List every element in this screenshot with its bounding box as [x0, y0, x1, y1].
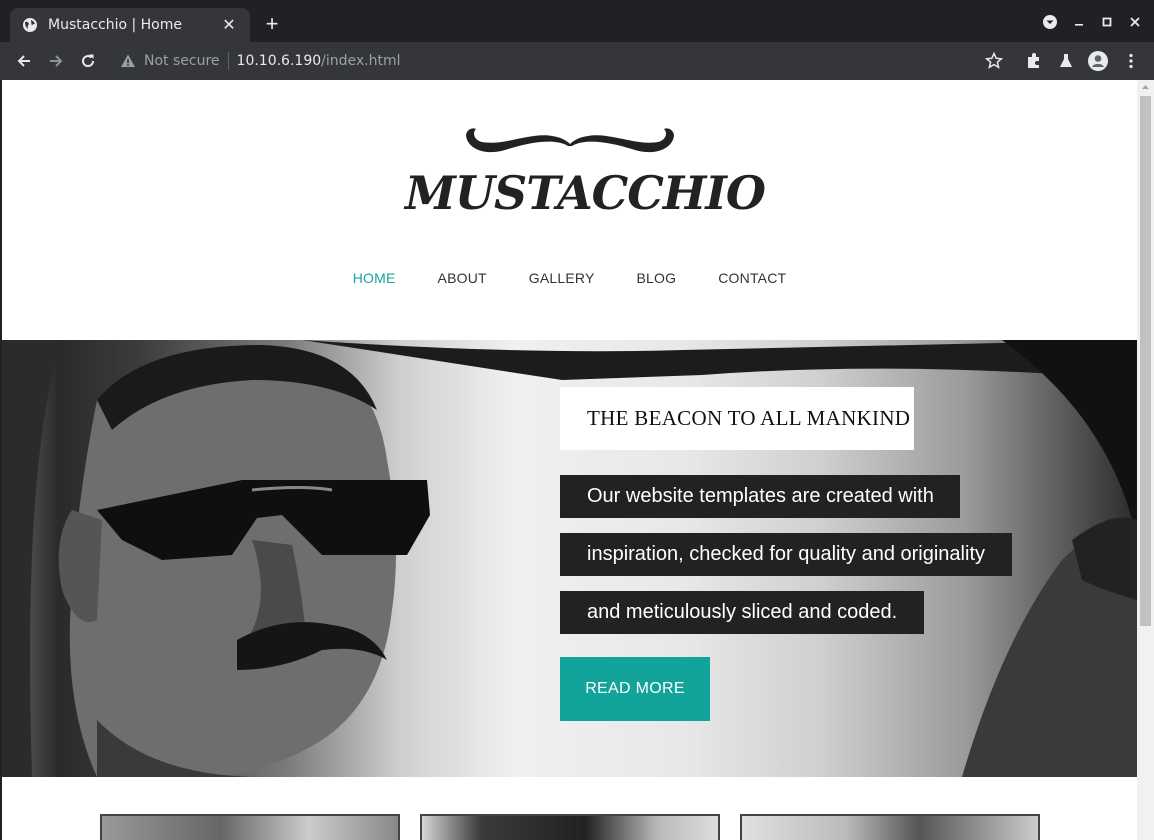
nav-contact[interactable]: CONTACT	[718, 270, 786, 286]
labs-flask-icon[interactable]	[1056, 51, 1076, 71]
hero-text-line: and meticulously sliced and coded.	[560, 591, 924, 634]
browser-tab[interactable]: Mustacchio | Home ✕	[10, 8, 250, 42]
bookmark-star-icon[interactable]	[984, 51, 1004, 71]
tab-title: Mustacchio | Home	[48, 17, 182, 33]
browser-tab-strip: Mustacchio | Home ✕ +	[0, 0, 1154, 42]
warning-icon[interactable]	[120, 53, 136, 69]
nav-about[interactable]: ABOUT	[438, 270, 487, 286]
tab-search-icon[interactable]	[1040, 12, 1060, 32]
minimize-icon[interactable]	[1069, 12, 1089, 32]
security-status[interactable]: Not secure	[144, 53, 220, 69]
close-window-icon[interactable]	[1125, 12, 1145, 32]
new-tab-button[interactable]: +	[260, 12, 284, 36]
address-bar[interactable]: Not secure 10.10.6.190/index.html	[110, 46, 1010, 76]
read-more-button[interactable]: READ MORE	[560, 657, 710, 721]
hero-text-line: Our website templates are created with	[560, 475, 960, 518]
profile-avatar-icon[interactable]	[1087, 50, 1109, 72]
back-arrow-icon[interactable]	[14, 51, 34, 71]
nav-blog[interactable]: BLOG	[637, 270, 677, 286]
scroll-up-arrow-icon[interactable]	[1137, 80, 1154, 94]
gallery-thumbnail[interactable]	[420, 814, 720, 840]
hero-text-line: inspiration, checked for quality and ori…	[560, 533, 1012, 576]
menu-kebab-icon[interactable]	[1121, 51, 1141, 71]
gallery-thumbnail[interactable]	[100, 814, 400, 840]
hero-title-box: THE BEACON TO ALL MANKIND	[560, 387, 914, 450]
site-logo[interactable]: MUSTACCHIO	[405, 124, 766, 224]
nav-home[interactable]: HOME	[353, 270, 396, 286]
hero-banner: THE BEACON TO ALL MANKIND Our website te…	[2, 340, 1137, 777]
scrollbar-thumb[interactable]	[1140, 96, 1151, 626]
close-tab-icon[interactable]: ✕	[220, 15, 238, 35]
page-scrollbar[interactable]	[1137, 80, 1154, 840]
mustache-icon	[466, 128, 674, 153]
main-nav: HOME ABOUT GALLERY BLOG CONTACT	[2, 270, 1137, 286]
globe-icon	[23, 18, 37, 32]
url-path: /index.html	[321, 53, 401, 69]
hero-title: THE BEACON TO ALL MANKIND	[587, 406, 911, 430]
reload-icon[interactable]	[78, 51, 98, 71]
forward-arrow-icon[interactable]	[46, 51, 66, 71]
extensions-icon[interactable]	[1024, 51, 1044, 71]
gallery-thumbnail[interactable]	[740, 814, 1040, 840]
maximize-icon[interactable]	[1097, 12, 1117, 32]
browser-toolbar: Not secure 10.10.6.190/index.html	[0, 42, 1154, 80]
address-separator	[227, 52, 229, 70]
nav-gallery[interactable]: GALLERY	[529, 270, 595, 286]
url-host: 10.10.6.190	[236, 53, 322, 69]
logo-text: MUSTACCHIO	[405, 166, 766, 220]
page-viewport: MUSTACCHIO HOME ABOUT GALLERY BLOG CONTA…	[2, 80, 1137, 840]
